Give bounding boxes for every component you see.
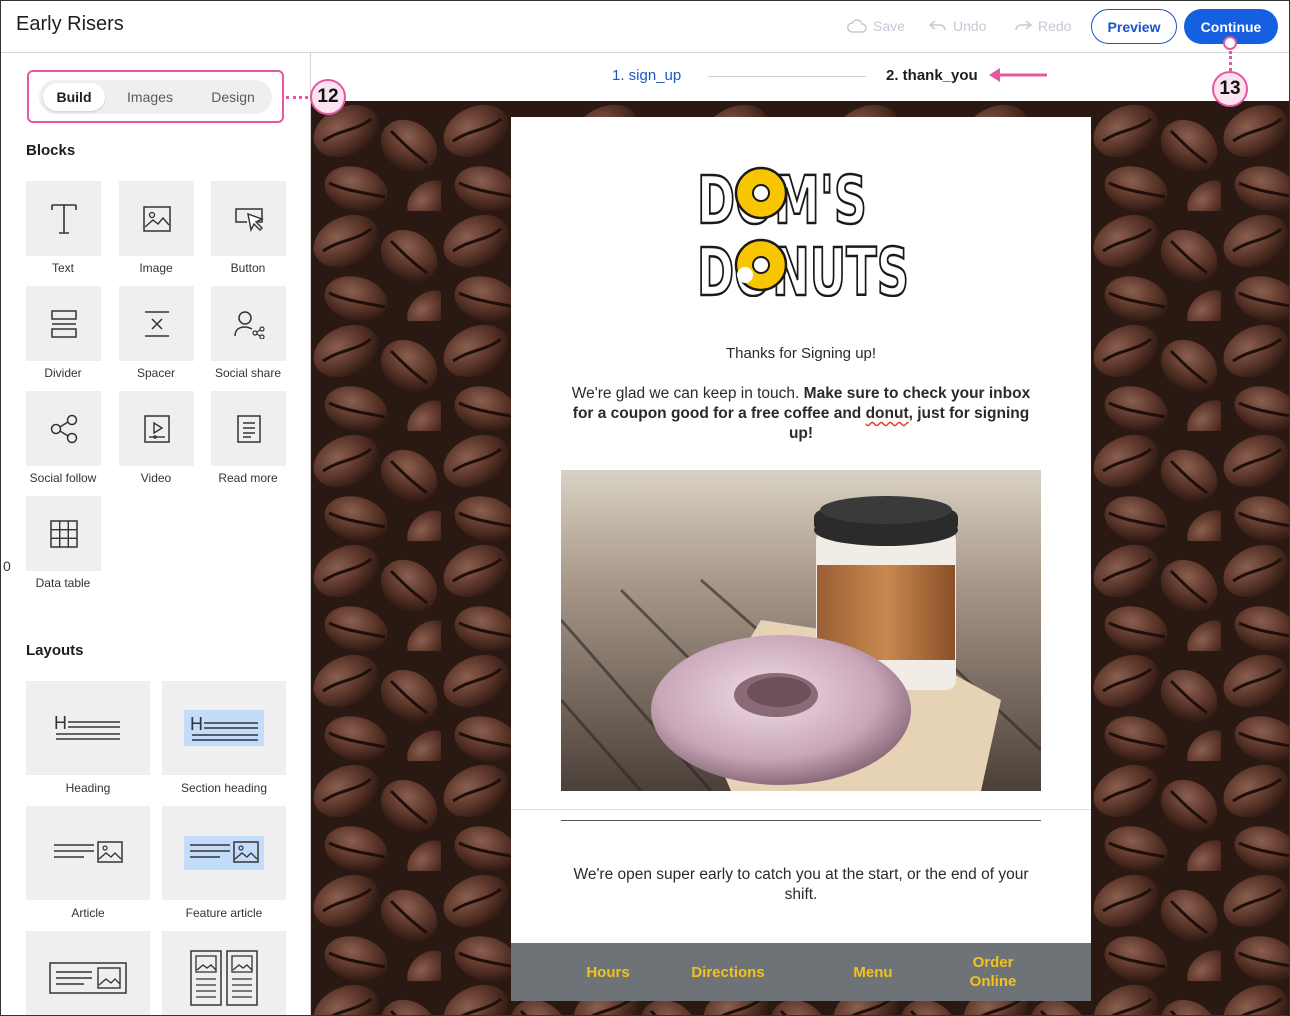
redo-button[interactable]: Redo <box>1014 18 1071 34</box>
doms-donuts-logo: DOM'S DONUTS <box>696 161 911 297</box>
article-image-layout-icon <box>49 962 127 994</box>
step-thank-you[interactable]: 2. thank_you <box>886 67 978 84</box>
layout-article-label: Article <box>71 906 105 920</box>
block-data-table-label: Data table <box>35 576 91 590</box>
text-icon <box>50 203 77 234</box>
step-sign-up[interactable]: 1. sign_up <box>612 67 681 84</box>
sidebar-tabs: Build Images Design <box>39 80 272 114</box>
block-spacer-label: Spacer <box>136 366 176 380</box>
layout-section-heading-label: Section heading <box>180 781 268 795</box>
blocks-title: Blocks <box>26 142 76 159</box>
footer-link-directions[interactable]: Directions <box>681 943 775 1001</box>
layout-two-column[interactable] <box>162 931 286 1015</box>
footer-link-menu[interactable]: Menu <box>841 943 905 1001</box>
tab-images[interactable]: Images <box>113 83 187 111</box>
layout-article-image[interactable] <box>26 931 150 1015</box>
video-icon <box>143 414 170 443</box>
spacer-icon <box>144 310 169 337</box>
data-table-icon <box>49 519 78 548</box>
section-heading-layout-icon: H <box>184 710 264 746</box>
block-button[interactable] <box>211 181 286 256</box>
heading-layout-icon: H <box>54 713 120 740</box>
editor-sidebar: Build Images Design Blocks Text Image Bu… <box>1 53 311 1015</box>
social-share-icon <box>233 310 265 339</box>
top-bar: Early Risers Save Undo Redo Preview Cont… <box>1 1 1289 53</box>
save-label: Save <box>873 18 905 34</box>
app-title: Early Risers <box>16 13 124 35</box>
svg-text:H: H <box>54 713 67 733</box>
footer-link-hours[interactable]: Hours <box>571 943 645 1001</box>
tab-design[interactable]: Design <box>197 83 269 111</box>
block-image[interactable] <box>119 181 194 256</box>
block-text-label: Text <box>51 261 74 275</box>
logo-line2: DONUTS <box>697 234 909 297</box>
email-body[interactable]: DOM'S DONUTS Thanks for Signing up! We'r… <box>511 117 1091 1001</box>
layout-heading[interactable]: H <box>26 681 150 775</box>
pointer-arrow-icon <box>989 68 1047 82</box>
email-rule <box>561 820 1041 821</box>
tab-build[interactable]: Build <box>43 83 105 111</box>
block-button-label: Button <box>230 261 266 275</box>
block-divider[interactable] <box>26 286 101 361</box>
block-divider-label: Divider <box>44 366 82 380</box>
svg-text:H: H <box>190 714 203 734</box>
callout-12-badge: 12 <box>310 79 346 115</box>
cloud-icon <box>847 19 867 33</box>
email-canvas: 1. sign_up 2. thank_you DONUTS Thanks fo… <box>311 53 1289 1015</box>
callout-13-anchor <box>1223 36 1237 50</box>
layout-feature-article-label: Feature article <box>185 906 263 920</box>
block-text[interactable] <box>26 181 101 256</box>
email-hours-text: We're open super early to catch you at t… <box>573 866 1029 903</box>
callout-13-connector <box>1229 51 1232 71</box>
block-video[interactable] <box>119 391 194 466</box>
step-connector <box>708 76 866 77</box>
undo-label: Undo <box>953 18 987 34</box>
app-window: Early Risers Save Undo Redo Preview Cont… <box>0 0 1290 1016</box>
block-social-follow[interactable] <box>26 391 101 466</box>
footer-link-order-online[interactable]: Order Online <box>959 943 1027 1001</box>
save-button[interactable]: Save <box>847 18 905 34</box>
social-follow-icon <box>50 414 77 443</box>
email-footer-nav: Hours Directions Menu Order Online <box>511 943 1091 1001</box>
article-layout-icon <box>54 841 123 863</box>
block-spacer[interactable] <box>119 286 194 361</box>
coffee-donut-photo[interactable] <box>561 470 1041 791</box>
callout-13-badge: 13 <box>1212 71 1248 107</box>
layout-heading-label: Heading <box>65 781 111 795</box>
read-more-icon <box>236 414 261 443</box>
layout-article[interactable] <box>26 806 150 900</box>
block-social-share[interactable] <box>211 286 286 361</box>
undo-icon <box>929 20 946 31</box>
divider-icon <box>50 309 77 338</box>
redo-icon <box>1015 20 1032 31</box>
block-read-more-label: Read more <box>218 471 278 485</box>
feature-article-layout-icon <box>184 836 264 870</box>
button-cursor-icon <box>234 207 264 232</box>
layouts-title: Layouts <box>26 642 84 659</box>
email-message: We're glad we can keep in touch. Make su… <box>561 384 1041 444</box>
callout-12-connector <box>286 96 308 99</box>
two-column-layout-icon <box>190 950 258 1006</box>
block-data-table[interactable] <box>26 496 101 571</box>
layout-feature-article[interactable] <box>162 806 286 900</box>
image-icon <box>142 205 171 232</box>
redo-label: Redo <box>1038 18 1072 34</box>
stray-character: 0 <box>3 558 11 574</box>
page-steps: 1. sign_up 2. thank_you <box>311 53 1289 101</box>
email-divider <box>511 809 1091 810</box>
block-video-label: Video <box>140 471 172 485</box>
email-message-plain: We're glad we can keep in touch. <box>571 385 804 402</box>
undo-button[interactable]: Undo <box>929 18 986 34</box>
layout-section-heading[interactable]: H <box>162 681 286 775</box>
preview-button[interactable]: Preview <box>1091 9 1177 44</box>
spellcheck-word: donut <box>865 405 909 422</box>
block-social-follow-label: Social follow <box>29 471 97 485</box>
block-social-share-label: Social share <box>214 366 282 380</box>
email-heading: Thanks for Signing up! <box>725 345 877 362</box>
block-image-label: Image <box>139 261 173 275</box>
photo-illustration <box>561 470 1041 791</box>
block-read-more[interactable] <box>211 391 286 466</box>
